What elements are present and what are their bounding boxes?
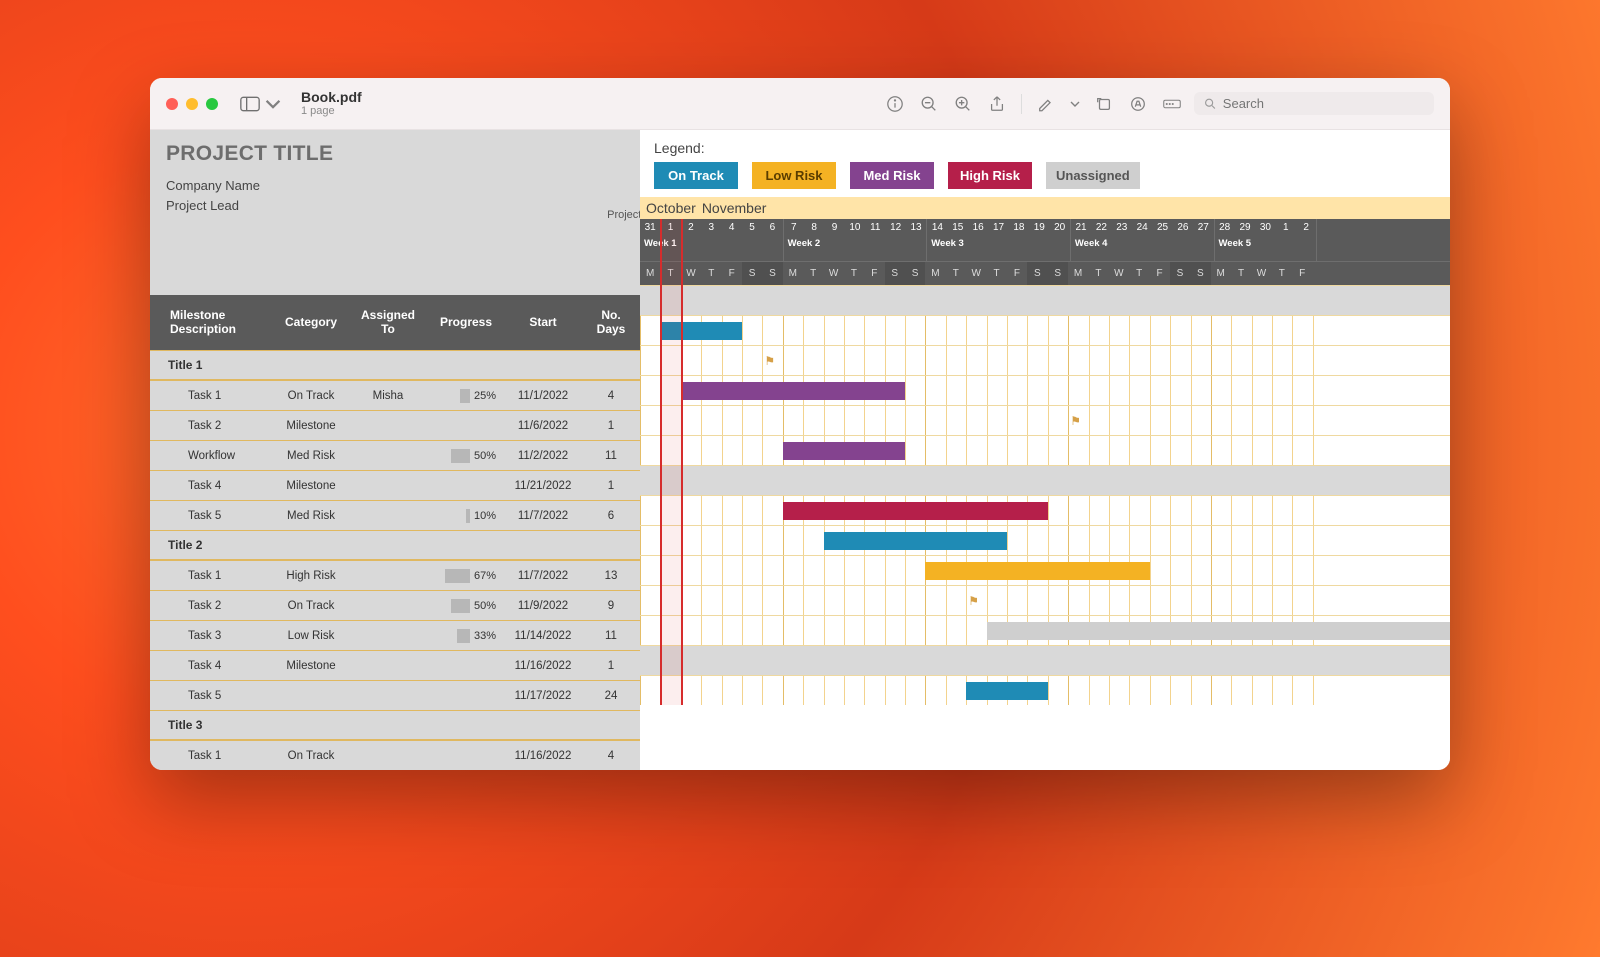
highlight-icon[interactable] xyxy=(1128,94,1148,114)
close-window-button[interactable] xyxy=(166,98,178,110)
app-window: Book.pdf 1 page PROJECT TITLE xyxy=(150,78,1450,770)
gantt-row xyxy=(640,375,1450,405)
legend-chip-track: On Track xyxy=(654,162,738,189)
task-row: Task 2Milestone11/6/20221 xyxy=(150,410,640,440)
task-row: Task 3Low Risk33%11/14/202211 xyxy=(150,620,640,650)
legend-chip-low: Low Risk xyxy=(752,162,836,189)
week-header: 31123456Week 1 xyxy=(640,219,784,261)
task-row: Task 2On Track50%11/9/20229 xyxy=(150,590,640,620)
gantt-section-row xyxy=(640,285,1450,315)
traffic-lights xyxy=(166,98,218,110)
gantt-row: ⚑ xyxy=(640,585,1450,615)
project-title: PROJECT TITLE xyxy=(166,142,624,166)
document-title: Book.pdf 1 page xyxy=(301,89,362,118)
gantt-row xyxy=(640,315,1450,345)
gantt-row: ⚑ xyxy=(640,405,1450,435)
rotate-icon[interactable] xyxy=(1094,94,1114,114)
gantt-bar xyxy=(987,622,1450,640)
month-label: November xyxy=(696,200,1308,216)
milestone-icon: ⚑ xyxy=(968,594,979,608)
task-row: WorkflowMed Risk50%11/2/202211 xyxy=(150,440,640,470)
col-days: No. Days xyxy=(582,308,640,336)
gantt-bar xyxy=(824,532,1008,550)
project-lead: Project Lead xyxy=(166,196,624,216)
chevron-down-icon xyxy=(263,96,283,112)
col-progress: Progress xyxy=(428,315,504,329)
gantt-section-row xyxy=(640,465,1450,495)
task-row: Task 5Med Risk10%11/7/20226 xyxy=(150,500,640,530)
search-field[interactable] xyxy=(1194,92,1434,115)
gantt-bar xyxy=(925,562,1149,580)
gantt-row xyxy=(640,615,1450,645)
gantt-panel: Legend: On Track Low Risk Med Risk High Ris… xyxy=(640,130,1450,770)
task-row: Task 1On TrackMisha25%11/1/20224 xyxy=(150,380,640,410)
gantt-bar xyxy=(660,322,742,340)
task-table-panel: PROJECT TITLE Company Name Project Lead … xyxy=(150,130,640,770)
section-title: Title 2 xyxy=(150,530,640,560)
task-row: Task 4Milestone11/21/20221 xyxy=(150,470,640,500)
gantt-bar xyxy=(681,382,905,400)
gantt-row xyxy=(640,435,1450,465)
sidebar-toggle-button[interactable] xyxy=(240,96,283,112)
gantt-bar xyxy=(783,442,905,460)
task-row: Task 1On Track11/16/20224 xyxy=(150,740,640,770)
titlebar: Book.pdf 1 page xyxy=(150,78,1450,130)
gantt-row: ⚑ xyxy=(640,345,1450,375)
fullscreen-window-button[interactable] xyxy=(206,98,218,110)
task-row: Task 1High Risk67%11/7/202213 xyxy=(150,560,640,590)
col-assigned: Assigned To xyxy=(348,308,428,336)
month-label: October xyxy=(640,200,696,216)
toolbar xyxy=(885,94,1182,114)
col-description: Milestone Description xyxy=(150,308,274,336)
document-page-count: 1 page xyxy=(301,105,362,118)
zoom-in-icon[interactable] xyxy=(953,94,973,114)
form-fill-icon[interactable] xyxy=(1162,94,1182,114)
section-title: Title 1 xyxy=(150,350,640,380)
task-row: Task 511/17/202224 xyxy=(150,680,640,710)
gantt-bar xyxy=(783,502,1048,520)
info-icon[interactable] xyxy=(885,94,905,114)
legend-chip-high: High Risk xyxy=(948,162,1032,189)
zoom-out-icon[interactable] xyxy=(919,94,939,114)
legend-label: Legend: xyxy=(654,140,1436,156)
markup-icon[interactable] xyxy=(1036,94,1056,114)
document-name: Book.pdf xyxy=(301,89,362,105)
col-category: Category xyxy=(274,315,348,329)
table-header: Milestone Description Category Assigned … xyxy=(150,295,640,350)
gantt-row xyxy=(640,675,1450,705)
gantt-row xyxy=(640,495,1450,525)
col-start: Start xyxy=(504,315,582,329)
gantt-section-row xyxy=(640,645,1450,675)
section-title: Title 3 xyxy=(150,710,640,740)
week-header: 14151617181920Week 3 xyxy=(927,219,1071,261)
company-name: Company Name xyxy=(166,176,624,196)
search-icon xyxy=(1204,97,1217,111)
milestone-icon: ⚑ xyxy=(1070,414,1081,428)
legend-chip-med: Med Risk xyxy=(850,162,934,189)
search-input[interactable] xyxy=(1223,96,1424,111)
week-header: 21222324252627Week 4 xyxy=(1071,219,1215,261)
week-header: 28293012Week 5 xyxy=(1215,219,1318,261)
week-header: 78910111213Week 2 xyxy=(784,219,928,261)
gantt-row xyxy=(640,525,1450,555)
share-icon[interactable] xyxy=(987,94,1007,114)
gantt-row xyxy=(640,555,1450,585)
legend-chip-unasg: Unassigned xyxy=(1046,162,1140,189)
gantt-bar xyxy=(966,682,1048,700)
minimize-window-button[interactable] xyxy=(186,98,198,110)
task-row: Task 4Milestone11/16/20221 xyxy=(150,650,640,680)
chevron-down-icon[interactable] xyxy=(1070,94,1080,114)
milestone-icon: ⚑ xyxy=(764,354,775,368)
